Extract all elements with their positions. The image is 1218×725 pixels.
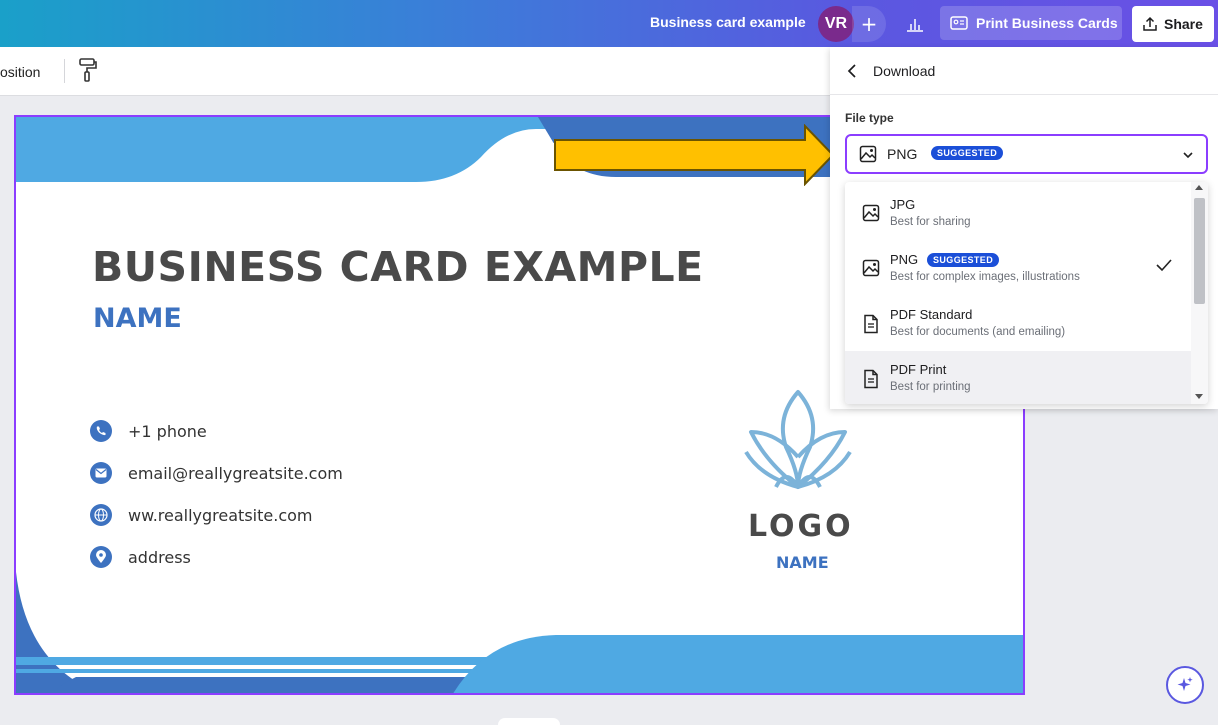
- contact-text: email@reallygreatsite.com: [128, 463, 343, 483]
- scroll-down-arrow-icon[interactable]: [1195, 394, 1203, 399]
- document-icon: [864, 369, 878, 389]
- option-description: Best for printing: [890, 381, 971, 393]
- panel-title: Download: [873, 63, 936, 79]
- file-type-label: File type: [845, 111, 894, 125]
- page-indicator[interactable]: [498, 718, 560, 725]
- position-button[interactable]: osition: [0, 64, 40, 80]
- option-description: Best for complex images, illustrations: [890, 271, 1080, 283]
- contact-address[interactable]: address: [90, 545, 191, 569]
- suggested-badge: SUGGESTED: [931, 146, 1004, 160]
- download-panel: Download File type PNG SUGGESTED JPG Bes…: [830, 47, 1218, 409]
- file-type-select[interactable]: PNG SUGGESTED: [845, 134, 1208, 174]
- option-name: PNG: [890, 252, 919, 267]
- email-icon: [90, 462, 112, 484]
- share-button[interactable]: Share: [1132, 6, 1214, 42]
- image-icon: [862, 204, 880, 222]
- avatar[interactable]: VR: [818, 6, 854, 42]
- toolbar-divider: [64, 59, 65, 83]
- share-icon: [1143, 16, 1157, 31]
- add-collaborator-button[interactable]: +: [852, 6, 886, 42]
- phone-icon: [90, 420, 112, 442]
- contact-website[interactable]: ww.reallygreatsite.com: [90, 503, 312, 527]
- image-icon: [862, 259, 880, 277]
- back-chevron-icon[interactable]: [844, 61, 862, 81]
- logo-text[interactable]: LOGO: [748, 509, 854, 544]
- paint-roller-icon[interactable]: [76, 57, 100, 83]
- contact-text: +1 phone: [128, 421, 207, 441]
- option-png[interactable]: PNG SUGGESTED Best for complex images, i…: [845, 241, 1191, 296]
- logo-name[interactable]: NAME: [776, 553, 829, 572]
- chevron-down-icon: [1183, 152, 1193, 159]
- top-bar: Business card example VR + Print Busines…: [0, 0, 1218, 47]
- card-icon: [950, 16, 968, 30]
- sparkle-icon: [1177, 677, 1193, 691]
- editor-toolbar: osition: [0, 47, 830, 96]
- share-button-label: Share: [1164, 16, 1203, 32]
- option-name: PDF Standard: [890, 307, 973, 322]
- dropdown-scrollbar[interactable]: [1191, 182, 1208, 404]
- scrollbar-thumb[interactable]: [1194, 198, 1205, 304]
- insights-button[interactable]: [898, 8, 932, 40]
- location-icon: [90, 546, 112, 568]
- option-name: JPG: [890, 197, 916, 212]
- download-panel-header: Download: [830, 47, 1218, 95]
- document-icon: [864, 314, 878, 334]
- print-button-label: Print Business Cards: [976, 15, 1118, 31]
- option-pdf-print[interactable]: PDF Print Best for printing: [845, 351, 1191, 404]
- image-icon: [859, 145, 877, 163]
- option-pdf-standard[interactable]: PDF Standard Best for documents (and ema…: [845, 296, 1191, 351]
- contact-email[interactable]: email@reallygreatsite.com: [90, 461, 343, 485]
- scroll-up-arrow-icon[interactable]: [1195, 185, 1203, 190]
- contact-text: address: [128, 547, 191, 567]
- file-type-dropdown: JPG Best for sharing PNG SUGGESTED Best …: [845, 182, 1208, 404]
- selected-file-type: PNG: [887, 146, 918, 162]
- magic-assistant-button[interactable]: [1166, 666, 1204, 704]
- annotation-arrow: [554, 124, 835, 186]
- globe-icon: [90, 504, 112, 526]
- card-name[interactable]: NAME: [93, 303, 182, 334]
- bar-chart-icon: [907, 19, 923, 32]
- suggested-badge: SUGGESTED: [927, 253, 1000, 267]
- option-name: PDF Print: [890, 362, 947, 377]
- print-business-cards-button[interactable]: Print Business Cards: [940, 6, 1122, 40]
- card-title[interactable]: BUSINESS CARD EXAMPLE: [92, 243, 704, 291]
- option-description: Best for sharing: [890, 216, 971, 228]
- option-description: Best for documents (and emailing): [890, 326, 1066, 338]
- contact-text: ww.reallygreatsite.com: [128, 505, 313, 525]
- option-jpg[interactable]: JPG Best for sharing: [845, 186, 1191, 241]
- contact-phone[interactable]: +1 phone: [90, 419, 207, 443]
- checkmark-icon: [1156, 259, 1172, 272]
- document-title[interactable]: Business card example: [650, 14, 806, 30]
